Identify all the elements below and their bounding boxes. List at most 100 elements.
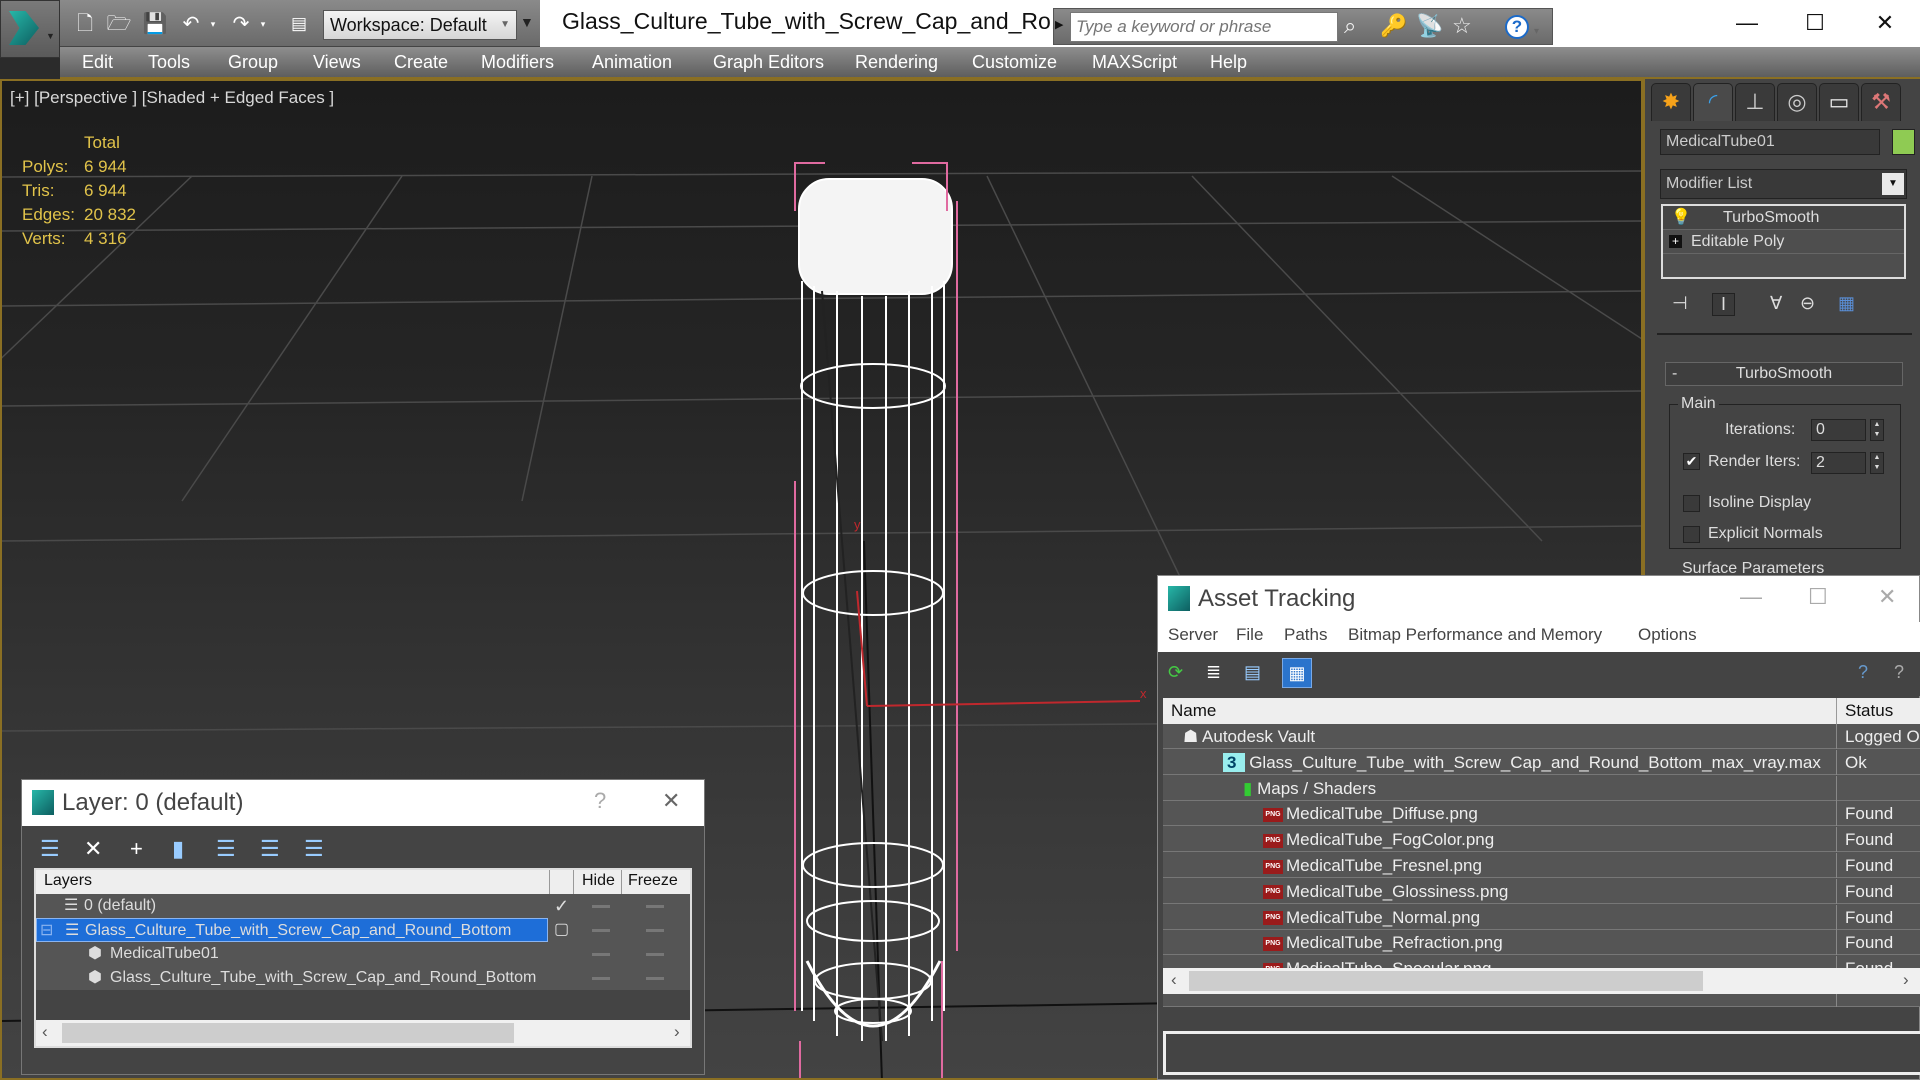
layer-row[interactable]: ☰ 0 (default) ✓ bbox=[36, 894, 690, 918]
menu-maxscript[interactable]: MAXScript bbox=[1092, 52, 1177, 73]
layer-properties-icon[interactable]: ☰ bbox=[304, 836, 324, 862]
column-name[interactable]: Name bbox=[1171, 701, 1216, 721]
scroll-right-icon[interactable]: › bbox=[674, 1022, 680, 1042]
expand-plus-icon[interactable]: + bbox=[1669, 235, 1682, 248]
expand-search-icon[interactable]: ▶ bbox=[1055, 18, 1063, 31]
open-file-icon[interactable]: 🗁 bbox=[106, 12, 132, 36]
remove-modifier-icon[interactable]: ⊖ bbox=[1800, 293, 1815, 314]
scroll-right-icon[interactable]: › bbox=[1903, 970, 1909, 990]
layer-row-selected[interactable]: ⊟ ☰ Glass_Culture_Tube_with_Screw_Cap_an… bbox=[36, 918, 548, 942]
rollout-header[interactable]: - TurboSmooth bbox=[1665, 362, 1903, 386]
scroll-left-icon[interactable]: ‹ bbox=[42, 1022, 48, 1042]
help-button[interactable]: ? bbox=[594, 788, 606, 814]
context-help-icon[interactable]: ? bbox=[1894, 662, 1904, 683]
column-hide[interactable]: Hide bbox=[582, 872, 615, 890]
search-input[interactable] bbox=[1070, 12, 1338, 42]
minimize-button[interactable]: — bbox=[1727, 8, 1767, 38]
freeze-toggle[interactable] bbox=[646, 977, 664, 980]
app-menu-button[interactable]: ▼ bbox=[0, 0, 60, 58]
stack-item-editable-poly[interactable]: + Editable Poly bbox=[1663, 230, 1904, 254]
add-to-layer-icon[interactable]: + bbox=[130, 836, 143, 862]
favorites-star-icon[interactable]: ☆ bbox=[1452, 14, 1472, 38]
horizontal-scrollbar[interactable]: ‹ › bbox=[1163, 968, 1920, 994]
maximize-button[interactable]: ☐ bbox=[1808, 584, 1828, 610]
workspace-dropdown[interactable]: Workspace: Default ▼ bbox=[323, 10, 517, 40]
menu-views[interactable]: Views bbox=[313, 52, 361, 73]
render-iters-spinner[interactable]: 2 bbox=[1811, 452, 1866, 474]
freeze-toggle[interactable] bbox=[646, 929, 664, 932]
menu-graph-editors[interactable]: Graph Editors bbox=[713, 52, 824, 73]
set-current-layer-icon[interactable]: ☰ bbox=[260, 836, 280, 862]
undo-dropdown-icon[interactable]: ▾ bbox=[200, 12, 226, 36]
menu-file[interactable]: File bbox=[1236, 625, 1263, 645]
lightbulb-icon[interactable]: 💡 bbox=[1671, 206, 1691, 229]
stack-item-turbosmooth[interactable]: 💡 TurboSmooth bbox=[1663, 206, 1904, 230]
menu-customize[interactable]: Customize bbox=[972, 52, 1057, 73]
minimize-button[interactable]: — bbox=[1740, 584, 1762, 610]
menu-help[interactable]: Help bbox=[1210, 52, 1247, 73]
isoline-display-checkbox[interactable] bbox=[1683, 495, 1700, 512]
refresh-icon[interactable]: ⟳ bbox=[1168, 662, 1183, 683]
modifier-list-dropdown[interactable]: Modifier List ▼ bbox=[1660, 169, 1907, 199]
create-tab-sun-icon[interactable]: ✸ bbox=[1651, 83, 1691, 121]
redo-dropdown-icon[interactable]: ▾ bbox=[250, 12, 276, 36]
column-freeze[interactable]: Freeze bbox=[628, 872, 678, 890]
chevron-down-icon[interactable]: ▾ bbox=[1534, 20, 1539, 44]
freeze-toggle[interactable] bbox=[646, 905, 664, 908]
close-button[interactable]: ✕ bbox=[1865, 8, 1905, 38]
asset-row[interactable]: PNG MedicalTube_Normal.png Found bbox=[1163, 904, 1920, 930]
menu-group[interactable]: Group bbox=[228, 52, 278, 73]
freeze-toggle[interactable] bbox=[646, 953, 664, 956]
asset-row[interactable]: ▮ Maps / Shaders bbox=[1163, 775, 1920, 801]
menu-server[interactable]: Server bbox=[1168, 625, 1218, 645]
menu-edit[interactable]: Edit bbox=[82, 52, 113, 73]
satellite-dish-icon[interactable]: 📡 bbox=[1416, 14, 1443, 38]
menu-rendering[interactable]: Rendering bbox=[855, 52, 938, 73]
binoculars-icon[interactable]: ⌕ bbox=[1344, 14, 1356, 38]
hide-toggle[interactable] bbox=[592, 905, 610, 908]
column-status[interactable]: Status bbox=[1845, 701, 1893, 721]
delete-layer-icon[interactable]: ✕ bbox=[84, 836, 102, 862]
set-current-box-icon[interactable]: ▢ bbox=[554, 918, 569, 942]
hide-toggle[interactable] bbox=[592, 977, 610, 980]
list-view-icon[interactable]: ≣ bbox=[1206, 662, 1221, 683]
project-folder-icon[interactable]: ▤ bbox=[286, 12, 312, 36]
motion-tab-icon[interactable]: ◎ bbox=[1777, 83, 1817, 121]
close-button[interactable]: ✕ bbox=[1878, 584, 1896, 610]
collapse-minus-icon[interactable]: ⊟ bbox=[40, 919, 53, 943]
save-icon[interactable]: 💾 bbox=[142, 12, 168, 36]
object-color-swatch[interactable] bbox=[1892, 129, 1915, 155]
asset-row[interactable]: PNG MedicalTube_FogColor.png Found bbox=[1163, 827, 1920, 853]
scroll-left-icon[interactable]: ‹ bbox=[1171, 970, 1177, 990]
object-name-field[interactable] bbox=[1660, 129, 1880, 155]
make-unique-icon[interactable]: ∀ bbox=[1770, 293, 1782, 314]
select-layer-icon[interactable]: ☰ bbox=[216, 836, 236, 862]
explicit-normals-checkbox[interactable] bbox=[1683, 526, 1700, 543]
current-layer-check-icon[interactable]: ✓ bbox=[554, 894, 569, 918]
spinner-arrows-icon[interactable]: ▲ ▼ bbox=[1870, 452, 1884, 474]
menu-options[interactable]: Options bbox=[1638, 625, 1697, 645]
utilities-tab-hammer-icon[interactable]: ⚒ bbox=[1861, 83, 1901, 121]
dialog-title-bar[interactable]: Layer: 0 (default) ? ✕ bbox=[22, 780, 704, 826]
asset-row[interactable]: PNG MedicalTube_Fresnel.png Found bbox=[1163, 853, 1920, 878]
vault-help-icon[interactable]: ? bbox=[1858, 662, 1868, 683]
viewport-label[interactable]: [+] [Perspective ] [Shaded + Edged Faces… bbox=[10, 88, 334, 108]
menu-tools[interactable]: Tools bbox=[148, 52, 190, 73]
close-button[interactable]: ✕ bbox=[662, 788, 680, 814]
scrollbar-thumb[interactable] bbox=[62, 1023, 514, 1043]
asset-row[interactable]: PNG MedicalTube_Refraction.png Found bbox=[1163, 930, 1920, 956]
horizontal-scrollbar[interactable]: ‹ › bbox=[36, 1020, 690, 1046]
customize-qat-icon[interactable]: ▼ bbox=[520, 14, 534, 30]
key-icon[interactable]: 🔑 bbox=[1380, 14, 1407, 38]
menu-modifiers[interactable]: Modifiers bbox=[481, 52, 554, 73]
maximize-button[interactable]: ☐ bbox=[1795, 8, 1835, 38]
hierarchy-tab-icon[interactable]: ⊥ bbox=[1735, 83, 1775, 121]
object-row[interactable]: ⬢ Glass_Culture_Tube_with_Screw_Cap_and_… bbox=[36, 966, 690, 990]
menu-create[interactable]: Create bbox=[394, 52, 448, 73]
dialog-title-bar[interactable]: Asset Tracking — ☐ ✕ bbox=[1158, 576, 1919, 622]
asset-row[interactable]: ☗ Autodesk Vault Logged O bbox=[1163, 724, 1920, 749]
create-layer-icon[interactable]: ☰ bbox=[40, 836, 60, 862]
asset-row[interactable]: PNG MedicalTube_Glossiness.png Found bbox=[1163, 878, 1920, 904]
table-view-icon[interactable]: ▦ bbox=[1282, 658, 1312, 688]
menu-animation[interactable]: Animation bbox=[592, 52, 672, 73]
